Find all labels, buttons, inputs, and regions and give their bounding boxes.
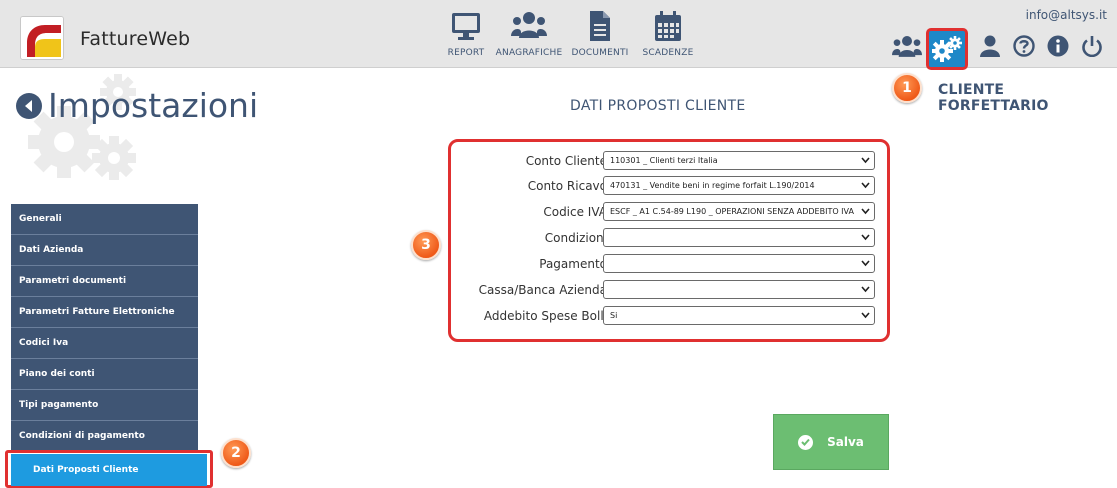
help-icon[interactable] [1012,34,1036,58]
settings-sidebar: Generali Dati Azienda Parametri document… [11,204,198,452]
form-row-cassa-banca: Cassa/Banca Azienda [448,280,890,302]
nav-documenti[interactable]: DOCUMENTI [570,10,630,62]
addebito-bolli-value: Si [610,311,618,320]
sidebar-item-dati-azienda[interactable]: Dati Azienda [11,235,198,266]
nav-scadenze-label: SCADENZE [642,48,694,58]
client-type-label: CLIENTE FORFETTARIO [938,82,1049,114]
brand-name: FattureWeb [80,28,191,50]
users-icon[interactable] [892,34,922,58]
pagamento-select[interactable] [603,254,875,273]
chevron-down-icon [861,260,870,267]
conto-ricavo-value: 470131 _ Vendite beni in regime forfait … [610,181,815,190]
form-row-pagamento: Pagamento [448,254,890,276]
sidebar-item-piano-dei-conti[interactable]: Piano dei conti [11,359,198,390]
monitor-icon [452,13,480,40]
check-circle-icon [798,434,814,450]
conto-ricavo-select[interactable]: 470131 _ Vendite beni in regime forfait … [603,176,875,195]
page-title-text: Impostazioni [48,86,259,125]
form-row-condizioni: Condizioni [448,228,890,250]
gears-icon [932,36,962,62]
sidebar-item-tipi-pagamento[interactable]: Tipi pagamento [11,390,198,421]
conto-cliente-label: Conto Cliente [525,154,607,168]
calendar-icon [655,11,681,41]
sidebar-item-codici-iva[interactable]: Codici Iva [11,328,198,359]
conto-cliente-select[interactable]: 110301 _ Clienti terzi Italia [603,151,875,170]
cassa-banca-label: Cassa/Banca Azienda [478,283,607,297]
users-icon [511,12,547,38]
fattureweb-logo[interactable] [20,16,64,60]
save-button[interactable]: Salva [773,414,889,470]
chevron-down-icon [861,234,870,241]
nav-anagrafiche[interactable]: ANAGRAFICHE [494,10,564,62]
user-icon[interactable] [978,34,1002,58]
chevron-down-icon [861,182,870,189]
condizioni-select[interactable] [603,228,875,247]
save-button-label: Salva [827,435,864,449]
nav-anagrafiche-label: ANAGRAFICHE [495,48,563,58]
pagamento-label: Pagamento [539,257,607,271]
conto-ricavo-label: Conto Ricavo [527,179,607,193]
codice-iva-label: Codice IVA [543,205,607,219]
sidebar-item-parametri-fatture-elettroniche[interactable]: Parametri Fatture Elettroniche [11,297,198,328]
sidebar-item-dati-proposti-cliente[interactable]: Dati Proposti Cliente [11,454,207,486]
power-icon[interactable] [1080,34,1104,58]
addebito-bolli-label: Addebito Spese Bolli [483,309,607,323]
chevron-down-icon [861,286,870,293]
chevron-down-icon [861,157,870,164]
form-row-addebito-bolli: Addebito Spese Bolli Si [448,306,890,328]
page-title: Impostazioni [16,86,258,125]
back-arrow-icon[interactable] [16,92,42,119]
nav-scadenze[interactable]: SCADENZE [640,10,696,62]
addebito-bolli-select[interactable]: Si [603,306,875,325]
form-row-conto-cliente: Conto Cliente 110301 _ Clienti terzi Ita… [448,151,890,173]
chevron-down-icon [861,208,870,215]
form-row-conto-ricavo: Conto Ricavo 470131 _ Vendite beni in re… [448,176,890,198]
codice-iva-value: ESCF _ A1 C.54-89 L190 _ OPERAZIONI SENZ… [610,207,854,216]
callout-badge-2: 2 [221,438,251,468]
sidebar-item-generali[interactable]: Generali [11,204,198,235]
section-title: DATI PROPOSTI CLIENTE [570,98,746,114]
nav-report-label: REPORT [447,48,485,58]
condizioni-label: Condizioni [544,231,607,245]
settings-gears-button[interactable] [926,28,968,70]
form-row-codice-iva: Codice IVA ESCF _ A1 C.54-89 L190 _ OPER… [448,202,890,224]
codice-iva-select[interactable]: ESCF _ A1 C.54-89 L190 _ OPERAZIONI SENZ… [603,202,875,221]
sidebar-item-parametri-documenti[interactable]: Parametri documenti [11,266,198,297]
nav-documenti-label: DOCUMENTI [571,48,629,58]
app-root: FattureWeb REPORT ANAGRAFICHE DOCUMENTI … [0,0,1117,488]
callout-badge-3: 3 [411,230,441,260]
callout-badge-1: 1 [892,73,922,103]
top-bar: FattureWeb REPORT ANAGRAFICHE DOCUMENTI … [0,0,1117,70]
sidebar-item-condizioni-di-pagamento[interactable]: Condizioni di pagamento [11,421,198,452]
user-email[interactable]: info@altsys.it [1026,8,1107,22]
cassa-banca-select[interactable] [603,280,875,299]
nav-report[interactable]: REPORT [444,10,488,62]
info-icon[interactable] [1046,34,1070,58]
document-icon [590,11,610,41]
chevron-down-icon [861,312,870,319]
conto-cliente-value: 110301 _ Clienti terzi Italia [610,156,718,165]
